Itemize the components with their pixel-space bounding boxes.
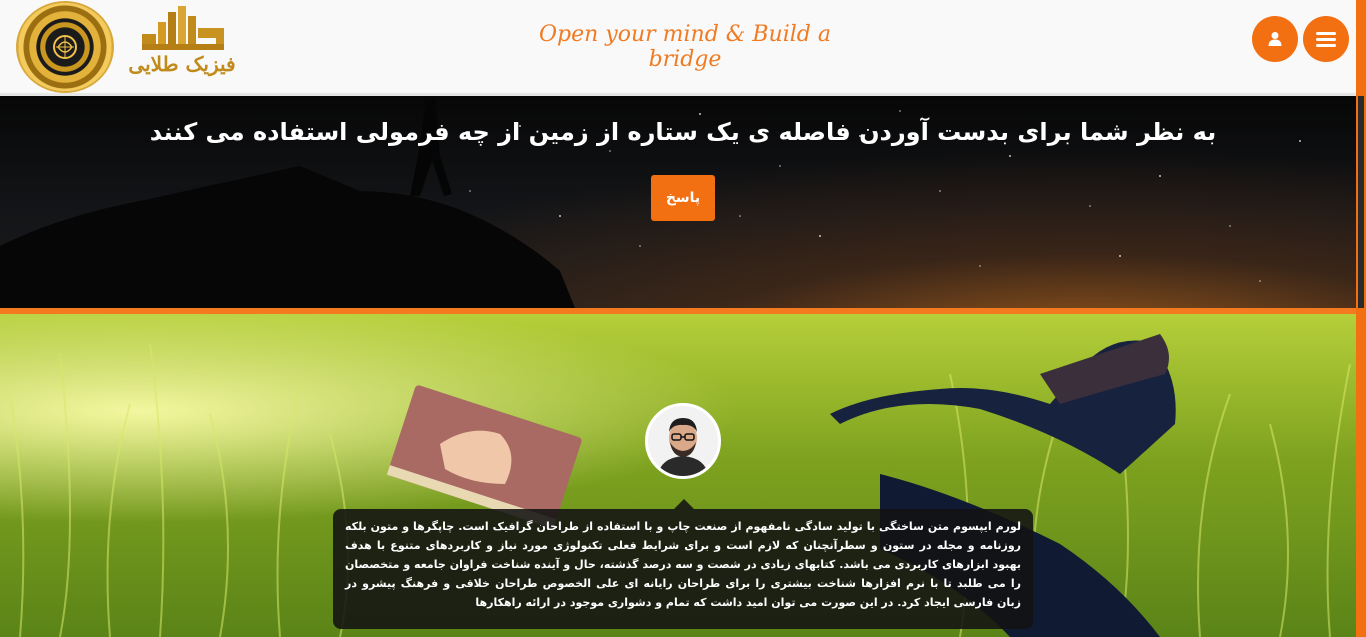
user-account-button[interactable]: [1252, 16, 1298, 62]
user-icon: [1268, 32, 1282, 46]
site-header: فیزیک طلایی Open your mind & Build a bri…: [0, 0, 1366, 96]
answer-button[interactable]: پاسخ: [651, 175, 715, 221]
logo-emblem[interactable]: [18, 3, 112, 91]
logo-wordmark[interactable]: فیزیک طلایی: [124, 2, 240, 88]
hero-banner: به نظر شما برای بدست آوردن فاصله ی یک ست…: [0, 96, 1356, 308]
logo-bars-graphic: [142, 6, 224, 50]
brain-icon: [53, 35, 77, 59]
author-avatar: [645, 403, 721, 479]
hamburger-menu-icon: [1316, 32, 1336, 47]
main-menu-button[interactable]: [1303, 16, 1349, 62]
logo-text: فیزیک طلایی: [128, 52, 236, 76]
site-tagline: Open your mind & Build a bridge: [539, 22, 831, 72]
testimonial-text: لورم ایپسوم متن ساختگی با تولید سادگی نا…: [333, 509, 1033, 629]
page-scrollbar-thumb[interactable]: [1358, 96, 1364, 308]
author-portrait: [648, 406, 718, 476]
speech-bubble-pointer: [674, 499, 694, 509]
hero-question-heading: به نظر شما برای بدست آوردن فاصله ی یک ست…: [149, 118, 1217, 146]
